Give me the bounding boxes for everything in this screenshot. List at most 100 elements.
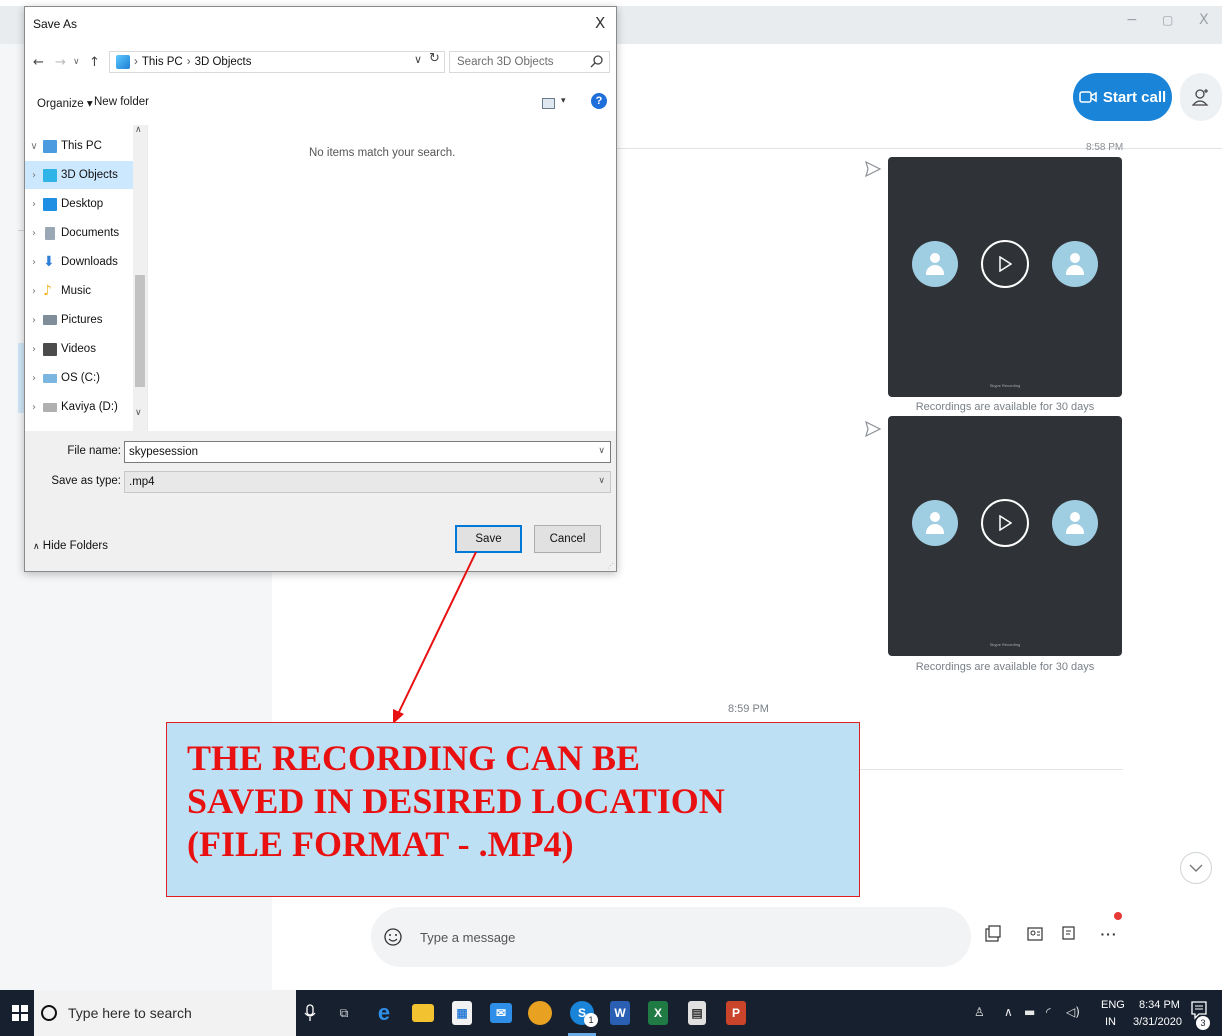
- callout-line: (FILE FORMAT - .MP4): [187, 824, 574, 864]
- search-input[interactable]: Search 3D Objects: [449, 51, 610, 73]
- show-hidden-icons[interactable]: ∧: [1004, 1005, 1013, 1019]
- chevron-right-icon[interactable]: ›: [25, 228, 43, 239]
- 3d-objects-icon: [116, 55, 130, 69]
- recording-card[interactable]: Skype Recording: [888, 416, 1122, 656]
- play-button[interactable]: [981, 499, 1029, 547]
- microphone-icon[interactable]: [304, 1004, 316, 1022]
- chevron-right-icon[interactable]: ›: [25, 373, 43, 384]
- save-button[interactable]: Save: [455, 525, 522, 553]
- new-folder-button[interactable]: New folder: [94, 96, 149, 108]
- pictures-icon: [43, 315, 57, 325]
- refresh-icon[interactable]: ↻: [429, 51, 440, 66]
- battery-icon[interactable]: ▬: [1024, 1005, 1035, 1019]
- calculator-icon[interactable]: ▤: [688, 1001, 706, 1025]
- dialog-close-button[interactable]: X: [595, 14, 605, 32]
- close-window-button[interactable]: X: [1199, 12, 1209, 28]
- view-options-icon[interactable]: [542, 98, 555, 109]
- chevron-down-icon[interactable]: ∨: [598, 446, 605, 456]
- address-bar[interactable]: › This PC › 3D Objects: [109, 51, 445, 73]
- nav-item-label: 3D Objects: [61, 169, 118, 181]
- recent-locations-icon[interactable]: ∨: [73, 57, 80, 67]
- minimize-button[interactable]: −: [1126, 12, 1138, 28]
- cancel-button[interactable]: Cancel: [534, 525, 601, 553]
- windows-start-icon[interactable]: [12, 1005, 28, 1021]
- help-icon[interactable]: ?: [591, 93, 607, 109]
- nav-item-documents[interactable]: › Documents: [25, 219, 135, 247]
- word-icon[interactable]: W: [610, 1001, 630, 1025]
- file-name-value: skypesession: [129, 446, 199, 458]
- chevron-right-icon[interactable]: ›: [25, 402, 43, 413]
- message-divider: [855, 769, 1123, 770]
- up-arrow-icon[interactable]: ↑: [89, 55, 100, 70]
- media-button[interactable]: [976, 917, 1010, 951]
- translate-button[interactable]: [1052, 917, 1086, 951]
- hide-folders-toggle[interactable]: ∧ Hide Folders: [33, 540, 108, 552]
- search-icon[interactable]: [590, 54, 604, 68]
- nav-item-desktop[interactable]: › Desktop: [25, 190, 135, 218]
- edge-browser-icon[interactable]: e: [372, 1000, 396, 1025]
- add-person-button[interactable]: [1180, 73, 1222, 121]
- chrome-icon[interactable]: [528, 1001, 552, 1025]
- nav-item-os-c[interactable]: › OS (C:): [25, 364, 135, 392]
- emoji-icon[interactable]: [384, 928, 402, 946]
- task-view-icon[interactable]: ⧉: [332, 1001, 356, 1025]
- nav-item-downloads[interactable]: › ⬇ Downloads: [25, 248, 135, 276]
- contact-card-button[interactable]: [1018, 917, 1052, 951]
- volume-icon[interactable]: ◁): [1066, 1005, 1080, 1019]
- expanded-chevron-icon[interactable]: ∨: [25, 141, 43, 152]
- start-call-button[interactable]: Start call: [1073, 73, 1172, 121]
- nav-item-3d-objects[interactable]: › 3D Objects: [25, 161, 135, 189]
- scroll-to-bottom-button[interactable]: [1180, 852, 1212, 884]
- chevron-down-icon[interactable]: ∨: [598, 476, 605, 486]
- forward-arrow-icon[interactable]: →: [55, 55, 66, 70]
- nav-item-label: This PC: [61, 140, 102, 152]
- organize-menu[interactable]: Organize ▾: [37, 96, 93, 110]
- scroll-down-icon[interactable]: ∨: [135, 408, 142, 418]
- wifi-icon[interactable]: ◜: [1046, 1005, 1051, 1019]
- resize-grip-icon[interactable]: ⋰: [607, 562, 615, 570]
- save-as-type-select[interactable]: .mp4 ∨: [124, 471, 611, 493]
- message-input[interactable]: Type a message: [420, 930, 515, 945]
- nav-item-pictures[interactable]: › Pictures: [25, 306, 135, 334]
- nav-item-this-pc[interactable]: ∨ This PC: [25, 132, 135, 160]
- people-icon[interactable]: ♙: [974, 1005, 985, 1019]
- chevron-right-icon[interactable]: ›: [25, 344, 43, 355]
- clock-date[interactable]: 3/31/2020: [1133, 1016, 1182, 1028]
- view-dropdown-icon[interactable]: ▾: [561, 95, 566, 106]
- powerpoint-icon[interactable]: P: [726, 1001, 746, 1025]
- recording-card[interactable]: Skype Recording: [888, 157, 1122, 397]
- nav-scrollbar-thumb[interactable]: [135, 275, 145, 387]
- chevron-right-icon[interactable]: ›: [25, 199, 43, 210]
- add-person-icon: [1192, 89, 1209, 106]
- taskbar: Type here to search ⧉ e ▦ ✉ S W X ▤ P: [0, 990, 1222, 1036]
- restore-button[interactable]: ▢: [1162, 13, 1173, 27]
- breadcrumb-item[interactable]: 3D Objects: [195, 56, 252, 68]
- store-icon[interactable]: ▦: [452, 1001, 472, 1025]
- chevron-right-icon[interactable]: ›: [25, 315, 43, 326]
- downloads-icon: ⬇: [43, 253, 55, 270]
- excel-icon[interactable]: X: [648, 1001, 668, 1025]
- file-name-input[interactable]: skypesession ∨: [124, 441, 611, 463]
- breadcrumb-item[interactable]: This PC: [142, 56, 183, 68]
- language-indicator[interactable]: ENG: [1101, 999, 1125, 1011]
- sent-icon: [865, 420, 882, 438]
- nav-item-kaviya-d[interactable]: › Kaviya (D:): [25, 393, 135, 421]
- recording-caption: Recordings are available for 30 days: [915, 661, 1095, 673]
- chevron-right-icon[interactable]: ›: [25, 286, 43, 297]
- file-explorer-icon[interactable]: [412, 1004, 434, 1022]
- address-dropdown-icon[interactable]: ∨: [414, 53, 422, 66]
- play-icon: [999, 515, 1012, 531]
- clock-time[interactable]: 8:34 PM: [1139, 999, 1180, 1011]
- mail-icon[interactable]: ✉: [490, 1003, 512, 1023]
- more-options-button[interactable]: ···: [1092, 917, 1126, 951]
- back-arrow-icon[interactable]: ←: [33, 55, 44, 70]
- scroll-up-icon[interactable]: ∧: [135, 125, 142, 135]
- hide-folders-label: Hide Folders: [42, 540, 108, 552]
- chevron-right-icon[interactable]: ›: [25, 257, 43, 268]
- chevron-right-icon[interactable]: ›: [25, 170, 43, 181]
- nav-item-music[interactable]: › ♪ Music: [25, 277, 135, 305]
- taskbar-search-box[interactable]: Type here to search: [34, 990, 296, 1036]
- language-region[interactable]: IN: [1105, 1016, 1116, 1028]
- play-button[interactable]: [981, 240, 1029, 288]
- nav-item-videos[interactable]: › Videos: [25, 335, 135, 363]
